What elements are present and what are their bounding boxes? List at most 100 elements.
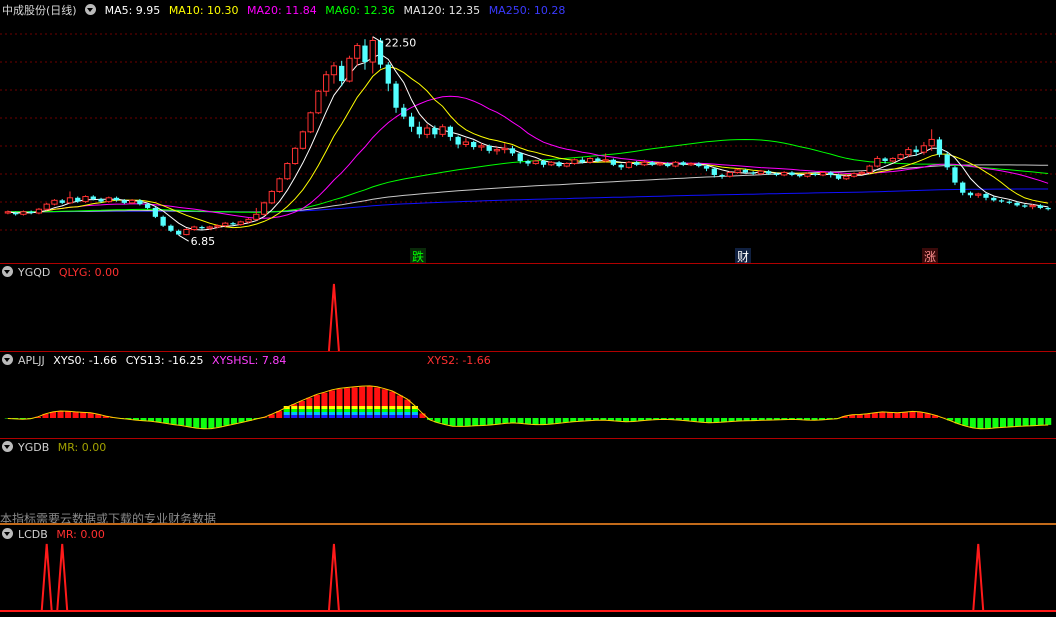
apljj-bar-stripe (283, 415, 290, 418)
apljj-bar (1037, 418, 1044, 426)
candle-body (750, 172, 756, 174)
candle-body (121, 200, 127, 203)
ma120-label: MA120: 12.35 (403, 4, 481, 17)
candle-body (408, 116, 415, 127)
marker-cai[interactable]: 财 (735, 248, 752, 264)
apljj-bar (984, 418, 991, 429)
candle-body (66, 197, 74, 204)
candle-body (237, 221, 244, 225)
candle-body (20, 211, 27, 215)
apljj-bar (886, 412, 893, 418)
ygqd-header: YGQD QLYG: 0.00 (2, 266, 124, 279)
apljj-bar (517, 418, 524, 424)
candle-body (797, 174, 803, 177)
apljj-bar (1022, 418, 1029, 426)
ma5-label: MA5: 9.95 (104, 4, 161, 17)
candle-body (991, 197, 997, 201)
candle-body (51, 199, 58, 205)
apljj-bar (901, 412, 908, 418)
settings-menu-icon[interactable] (85, 4, 97, 15)
apljj-bar-stripe (344, 415, 351, 418)
apljj-menu-icon[interactable] (2, 354, 13, 365)
candle-body (680, 162, 686, 165)
ma60-label: MA60: 12.36 (325, 4, 395, 17)
ygqd-menu-icon[interactable] (2, 266, 13, 277)
apljj-bar (65, 411, 72, 418)
candle-body (253, 213, 260, 220)
apljj-bar-stripe (298, 415, 305, 418)
apljj-bar-stripe (336, 406, 343, 409)
candle-body (649, 162, 655, 165)
apljj-bar-stripe (298, 412, 305, 415)
ygqd-panel[interactable]: YGQD QLYG: 0.00 (0, 264, 1056, 352)
apljj-bar-stripe (321, 409, 328, 412)
stock-title: 中成股份(日线) (2, 4, 77, 17)
candle-body (82, 196, 89, 203)
apljj-bar-stripe (306, 412, 313, 415)
candle-body (199, 226, 205, 229)
apljj-bar-stripe (404, 412, 411, 415)
apljj-bar (540, 418, 547, 425)
apljj-bar (208, 418, 215, 429)
candle-body (556, 162, 562, 167)
apljj-bar (917, 412, 924, 418)
ma10-label: MA10: 10.30 (168, 4, 239, 17)
apljj-bar (1007, 418, 1014, 427)
apljj-bar (494, 418, 501, 425)
candle-body (610, 159, 617, 165)
candle-body (734, 169, 741, 173)
signal-spike (327, 283, 340, 352)
marker-zhang[interactable]: 涨 (922, 248, 939, 264)
marker-die[interactable]: 跌 (410, 248, 427, 264)
ma20-label: MA20: 11.84 (247, 4, 317, 17)
apljj-bar (555, 418, 562, 424)
candle-body (137, 200, 143, 205)
candle-body (98, 199, 104, 202)
apljj-bar (547, 418, 554, 424)
apljj-bar-stripe (344, 409, 351, 412)
candle-body (781, 171, 788, 176)
candle-body (983, 193, 989, 198)
apljj-bar-stripe (336, 415, 343, 418)
apljj-bar (185, 418, 192, 427)
apljj-bar (200, 418, 207, 429)
apljj-bar (472, 418, 479, 426)
apljj-bar-stripe (359, 409, 366, 412)
candle-body (323, 74, 330, 92)
candle-body (634, 162, 640, 165)
lcdb-header: LCDB MR: 0.00 (2, 528, 110, 541)
candle-body (882, 158, 888, 162)
candle-body (222, 222, 229, 227)
signal-spike (972, 543, 985, 612)
candle-body (416, 126, 422, 135)
candle-body (393, 83, 399, 108)
apljj-bar-stripe (389, 412, 396, 415)
kline-chart[interactable]: 22.50 6.85 (0, 0, 1056, 264)
candle-body (719, 174, 725, 177)
apljj-bar-stripe (351, 409, 358, 412)
apljj-bar (977, 418, 984, 429)
apljj-bar (193, 418, 200, 428)
apljj-cys13: CYS13: -16.25 (125, 354, 204, 367)
apljj-bar (705, 418, 712, 423)
lcdb-chart (0, 543, 1056, 612)
candle-body (812, 173, 818, 175)
candle-body (509, 148, 516, 154)
ygdb-menu-icon[interactable] (2, 441, 13, 452)
apljj-bar (502, 418, 509, 424)
apljj-bar-stripe (396, 412, 403, 415)
apljj-bar-stripe (313, 415, 320, 418)
candle-body (377, 40, 384, 65)
lcdb-menu-icon[interactable] (2, 528, 13, 539)
apljj-bar-stripe (344, 412, 351, 415)
apljj-panel[interactable]: APLJJ XYS0: -1.66 CYS13: -16.25 XYSHSL: … (0, 352, 1056, 439)
apljj-bar-stripe (381, 409, 388, 412)
apljj-bar-stripe (381, 406, 388, 409)
candle-body (540, 161, 547, 165)
candle-body (998, 200, 1005, 202)
apljj-bar (962, 418, 969, 426)
lcdb-panel[interactable]: LCDB MR: 0.00 (0, 526, 1056, 617)
kline-panel[interactable]: 22.50 6.85 中成股份(日线) MA5: 9.95 MA10: 10.30… (0, 0, 1056, 264)
apljj-bar-stripe (321, 406, 328, 409)
candle-body (517, 153, 523, 162)
